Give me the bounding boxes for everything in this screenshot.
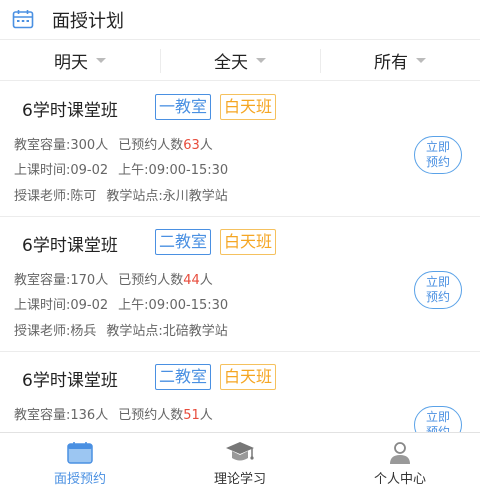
- schedule-line: 上课时间:09-02 上午:09:00-15:30: [14, 159, 228, 178]
- tab-profile-label: 个人中心: [373, 472, 426, 487]
- capacity-line: 教室容量:300人 已预约人数63人: [14, 134, 213, 153]
- room-tag: 一教室: [155, 94, 212, 120]
- booked-count: 44: [183, 273, 200, 288]
- course-card: 6学时课堂班 二教室 白天班 教室容量:170人 已预约人数44人 上课时间:09…: [0, 217, 480, 352]
- class-date: 09-02: [70, 298, 109, 313]
- teacher-line: 授课老师:陈可 教学站点:永川教学站: [14, 185, 228, 204]
- teacher-name: 陈可: [70, 189, 97, 204]
- calendar-icon: [12, 10, 34, 29]
- tab-booking-label: 面授预约: [53, 472, 106, 487]
- tab-theory-study-label: 理论学习: [213, 472, 266, 487]
- booked-unit: 人: [199, 408, 213, 423]
- filter-type[interactable]: 所有: [320, 41, 480, 80]
- calendar-icon: [67, 442, 93, 464]
- capacity-label: 教室容量:: [14, 273, 71, 288]
- booked-label: 已预约人数: [118, 273, 184, 288]
- top-header: 面授计划: [0, 0, 480, 40]
- room-tag: 二教室: [155, 229, 212, 255]
- course-title: 6学时课堂班: [22, 101, 118, 121]
- filter-period[interactable]: 全天: [160, 41, 320, 80]
- booked-label: 已预约人数: [118, 138, 184, 153]
- teacher-line: 授课老师:杨兵 教学站点:北碚教学站: [14, 320, 228, 339]
- date-label: 上课时间:: [14, 163, 71, 178]
- tab-theory-study[interactable]: 理论学习: [160, 433, 320, 490]
- graduation-cap-icon: [226, 442, 254, 461]
- capacity-line: 教室容量:170人 已预约人数44人: [14, 269, 213, 288]
- site-label: 教学站点:: [106, 324, 163, 339]
- capacity-line: 教室容量:136人 已预约人数51人: [14, 404, 213, 423]
- book-button-line2: 预约: [425, 290, 450, 304]
- capacity-label: 教室容量:: [14, 408, 71, 423]
- room-tag: 二教室: [155, 364, 212, 390]
- capacity-value: 170人: [70, 273, 109, 288]
- booked-unit: 人: [199, 138, 213, 153]
- booked-count: 51: [183, 408, 200, 423]
- teacher-label: 授课老师:: [14, 189, 71, 204]
- site-name: 北碚教学站: [162, 324, 228, 339]
- date-label: 上课时间:: [14, 298, 71, 313]
- teacher-label: 授课老师:: [14, 324, 71, 339]
- capacity-value: 136人: [70, 408, 109, 423]
- site-name: 永川教学站: [162, 189, 228, 204]
- caret-down-icon: [96, 58, 106, 63]
- book-button-line1: 立即: [425, 410, 450, 424]
- book-now-button[interactable]: 立即 预约: [414, 406, 462, 432]
- caret-down-icon: [416, 58, 426, 63]
- filter-bar: 明天 全天 所有: [0, 41, 480, 81]
- filter-type-label: 所有: [374, 53, 408, 73]
- person-icon: [390, 442, 410, 464]
- shift-tag: 白天班: [220, 364, 277, 390]
- filter-date-label: 明天: [54, 53, 88, 73]
- site-label: 教学站点:: [106, 189, 163, 204]
- booked-label: 已预约人数: [118, 408, 184, 423]
- class-date: 09-02: [70, 163, 109, 178]
- book-button-line1: 立即: [425, 275, 450, 289]
- course-title: 6学时课堂班: [22, 236, 118, 256]
- class-time: 上午:09:00-15:30: [118, 298, 229, 313]
- shift-tag: 白天班: [220, 229, 277, 255]
- capacity-value: 300人: [70, 138, 109, 153]
- tab-profile[interactable]: 个人中心: [320, 433, 480, 490]
- course-card: 6学时课堂班 二教室 白天班 教室容量:136人 已预约人数51人 立即 预约: [0, 352, 480, 432]
- filter-period-label: 全天: [214, 53, 248, 73]
- book-now-button[interactable]: 立即 预约: [414, 136, 462, 174]
- filter-date[interactable]: 明天: [0, 41, 160, 80]
- book-button-line2: 预约: [425, 155, 450, 169]
- tab-booking[interactable]: 面授预约: [0, 433, 160, 490]
- book-now-button[interactable]: 立即 预约: [414, 271, 462, 309]
- teacher-name: 杨兵: [70, 324, 97, 339]
- course-card: 6学时课堂班 一教室 白天班 教室容量:300人 已预约人数63人 上课时间:09…: [0, 82, 480, 217]
- booked-count: 63: [183, 138, 200, 153]
- capacity-label: 教室容量:: [14, 138, 71, 153]
- caret-down-icon: [256, 58, 266, 63]
- book-button-line1: 立即: [425, 140, 450, 154]
- booked-unit: 人: [199, 273, 213, 288]
- schedule-line: 上课时间:09-02 上午:09:00-15:30: [14, 294, 228, 313]
- course-title: 6学时课堂班: [22, 371, 118, 391]
- shift-tag: 白天班: [220, 94, 277, 120]
- class-time: 上午:09:00-15:30: [118, 163, 229, 178]
- course-list[interactable]: 6学时课堂班 一教室 白天班 教室容量:300人 已预约人数63人 上课时间:09…: [0, 82, 480, 432]
- bottom-tab-bar: 面授预约 理论学习 个人中心: [0, 432, 480, 490]
- page-title: 面授计划: [52, 11, 124, 32]
- book-button-line2: 预约: [425, 425, 450, 432]
